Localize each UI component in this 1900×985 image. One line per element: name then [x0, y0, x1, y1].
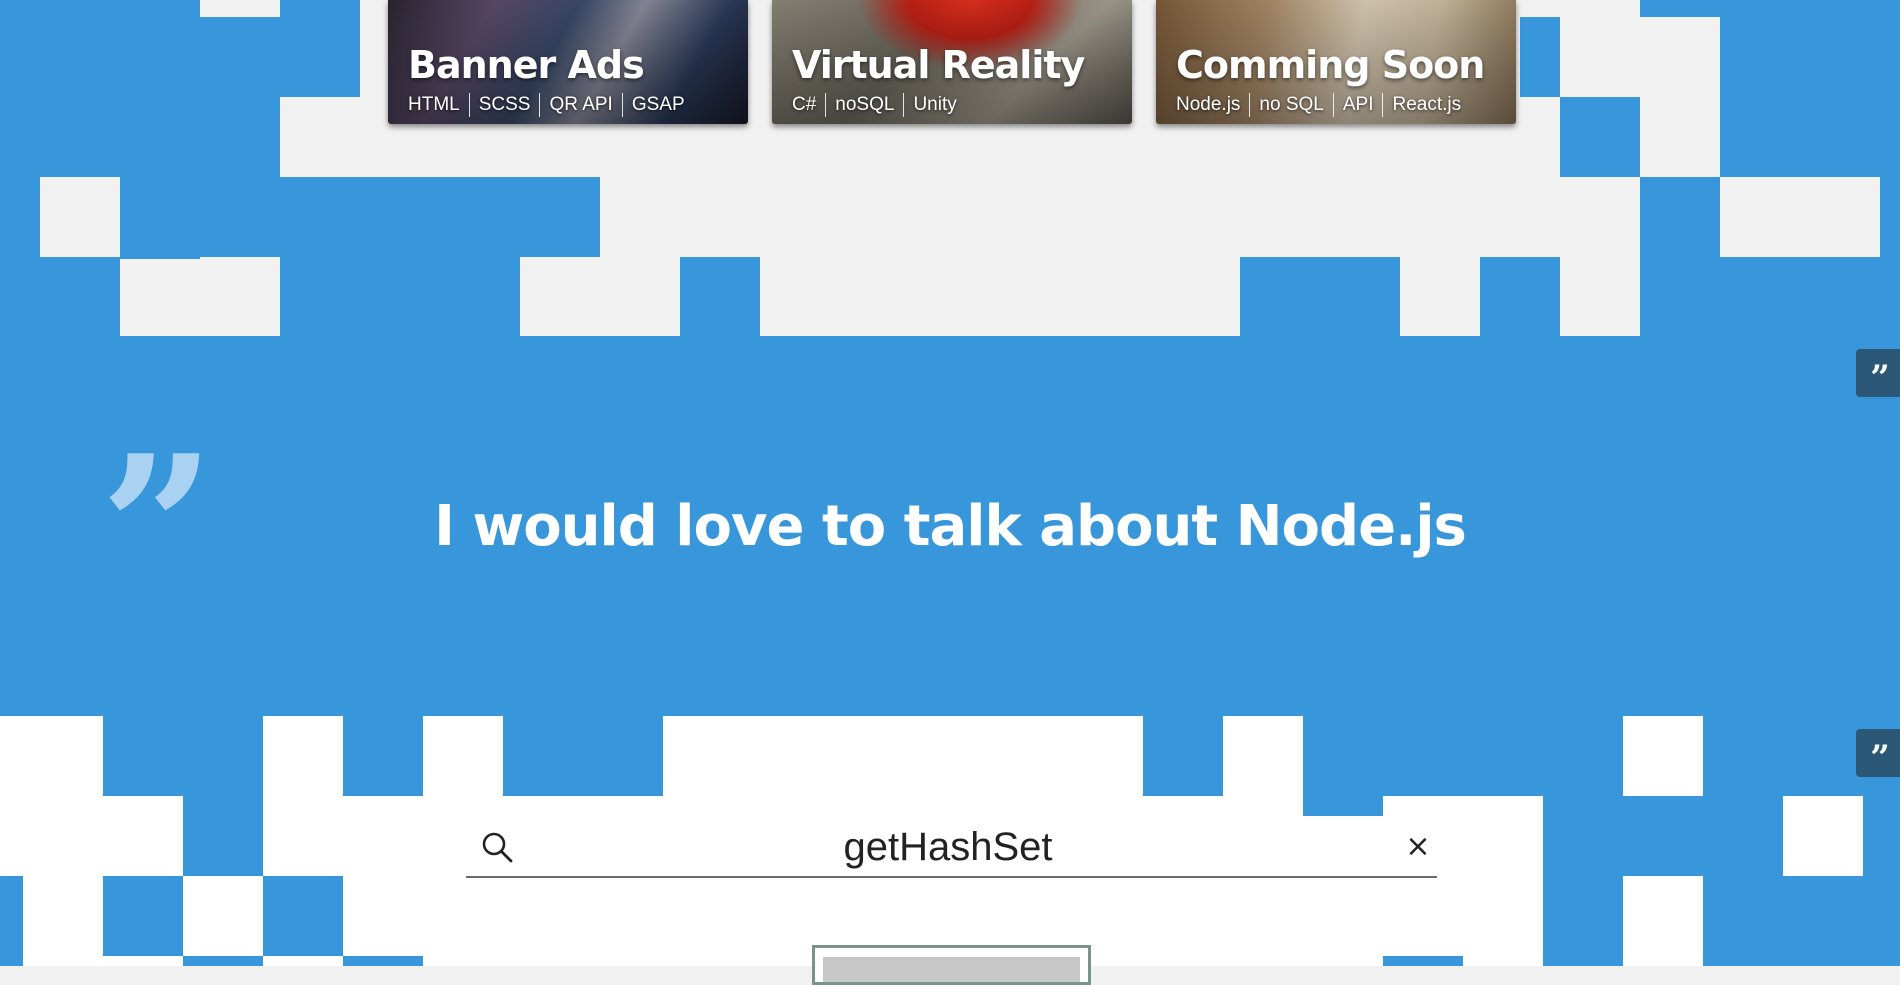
pixel-tile	[1560, 97, 1640, 177]
pixel-tile	[680, 257, 760, 336]
pixel-tile	[520, 177, 600, 257]
pixel-tile	[263, 876, 343, 956]
project-card-banner-ads[interactable]: Banner Ads HTML SCSS QR API GSAP	[388, 0, 748, 124]
pixel-tile	[1303, 796, 1383, 816]
pixel-tile	[1720, 257, 1800, 336]
pixel-tile	[1640, 0, 1720, 17]
pixel-tile	[200, 17, 280, 97]
search-input[interactable]	[536, 818, 1360, 876]
pixel-tile	[1303, 716, 1623, 796]
project-tag: SCSS	[468, 93, 540, 117]
result-thumbnail	[823, 957, 1080, 982]
project-tag: GSAP	[621, 93, 694, 117]
quote-icon: ”	[1870, 738, 1890, 778]
pixel-tile	[1480, 257, 1560, 336]
pixel-tile	[280, 177, 360, 257]
pixel-tile	[343, 956, 423, 966]
pixel-tile	[1623, 716, 1703, 796]
project-card-comming-soon[interactable]: Comming Soon Node.js no SQL API React.js	[1156, 0, 1516, 124]
project-tag: Node.js	[1176, 94, 1241, 115]
project-tag: HTML	[408, 94, 460, 115]
pixel-tile	[183, 956, 263, 966]
pixel-tile	[40, 177, 120, 257]
project-title: Banner Ads	[408, 43, 645, 87]
project-tags: Node.js no SQL API React.js	[1176, 93, 1470, 117]
search-icon[interactable]	[480, 830, 514, 864]
pixel-tile	[183, 796, 263, 876]
project-tags: HTML SCSS QR API GSAP	[408, 93, 694, 117]
search-bar: ×	[466, 818, 1437, 878]
pixel-tile	[1863, 796, 1900, 876]
project-title: Virtual Reality	[792, 43, 1085, 87]
project-card-virtual-reality[interactable]: Virtual Reality C# noSQL Unity	[772, 0, 1132, 124]
project-tag: React.js	[1382, 93, 1470, 117]
project-title: Comming Soon	[1176, 43, 1485, 87]
pixel-tile	[1143, 716, 1223, 796]
project-tag: noSQL	[825, 93, 903, 117]
pixel-tile	[1720, 0, 1800, 177]
pixel-tile	[1240, 257, 1400, 336]
pixel-tile	[120, 0, 200, 177]
quote-icon: ”	[1870, 358, 1890, 398]
clear-icon[interactable]: ×	[1401, 830, 1435, 864]
pixel-tile	[360, 177, 520, 257]
quote-text: I would love to talk about Node.js	[434, 494, 1467, 559]
search-result-card[interactable]	[812, 945, 1091, 985]
project-tag: C#	[792, 94, 817, 115]
pixel-tile	[503, 716, 663, 796]
pixel-tile	[1640, 177, 1720, 336]
project-tag: QR API	[539, 93, 621, 117]
pixel-tile	[1520, 17, 1560, 97]
pixel-tile	[343, 716, 423, 796]
pixel-tile	[200, 257, 280, 336]
project-tag: API	[1332, 93, 1383, 117]
project-tag: no SQL	[1249, 93, 1332, 117]
pixel-tile	[280, 257, 520, 336]
pixel-tile	[1383, 956, 1463, 966]
pixel-tile	[0, 876, 23, 966]
pixel-tile	[0, 0, 120, 336]
pixel-tile	[1543, 796, 1783, 876]
pixel-tile	[120, 177, 200, 259]
side-quote-button[interactable]: ”	[1856, 349, 1900, 398]
side-quote-button[interactable]: ”	[1856, 729, 1900, 778]
pixel-tile	[280, 0, 360, 97]
project-tags: C# noSQL Unity	[792, 93, 966, 117]
pixel-tile	[103, 716, 263, 796]
project-tag: Unity	[903, 93, 965, 117]
pixel-tile	[1800, 177, 1880, 257]
pixel-tile	[1800, 0, 1900, 336]
pixel-tile	[103, 876, 183, 956]
pixel-tile	[1703, 876, 1900, 966]
pixel-tile	[1543, 876, 1623, 966]
